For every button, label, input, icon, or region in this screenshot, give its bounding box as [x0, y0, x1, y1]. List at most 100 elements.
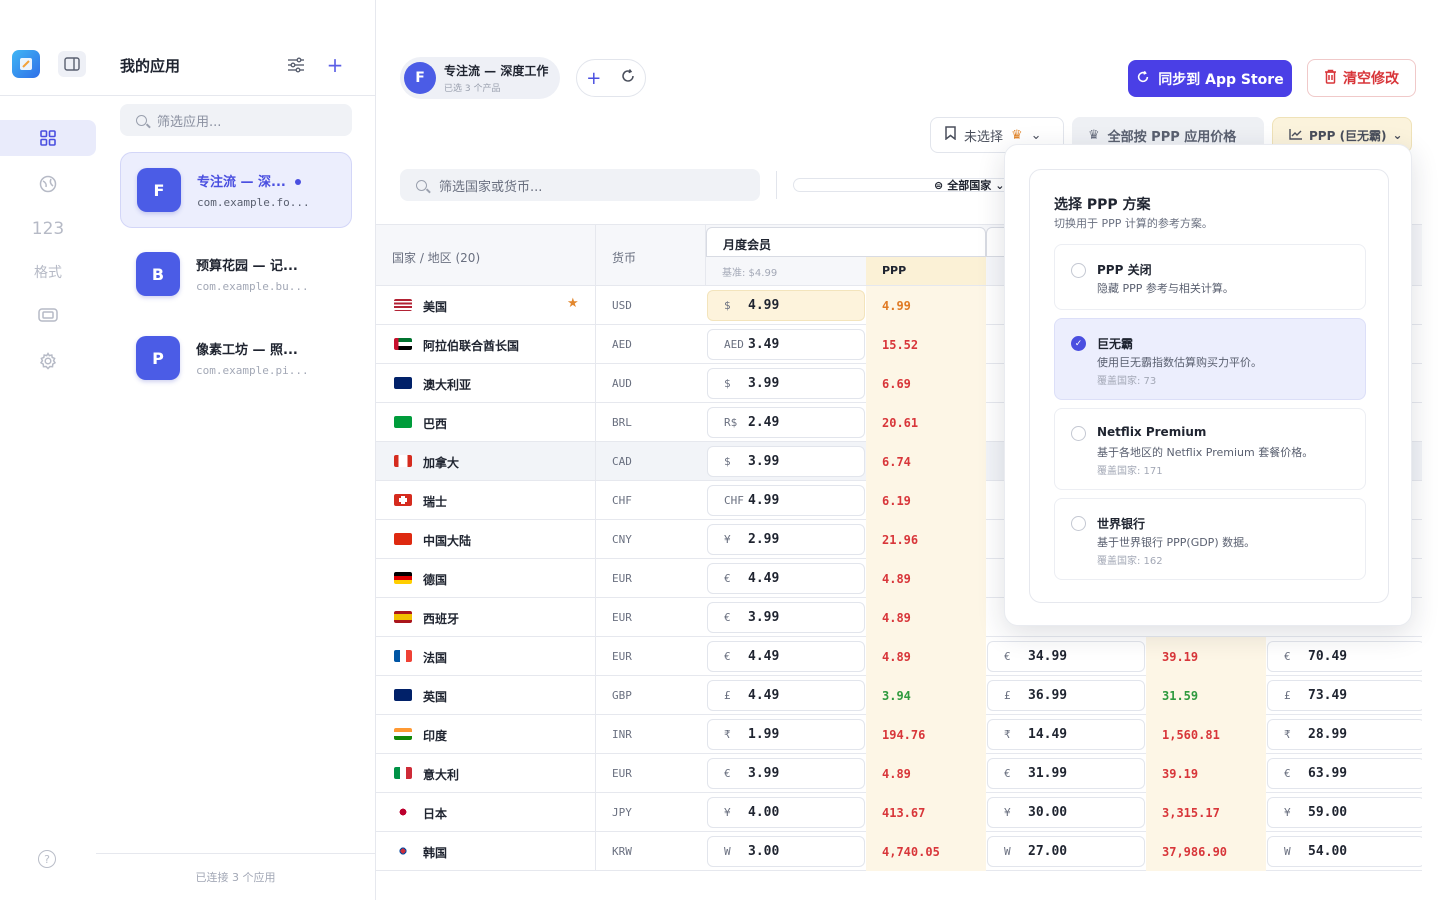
option-country-count: 覆盖国家: 162: [1097, 556, 1163, 567]
price-input[interactable]: €34.99: [987, 641, 1145, 672]
price-input[interactable]: $4.99: [707, 290, 865, 321]
currency-code: EUR: [612, 767, 632, 780]
price-input[interactable]: CHF 4.99: [707, 485, 865, 516]
country-name: 阿拉伯联合酋长国: [423, 339, 520, 353]
ppp-value: 3.94: [866, 676, 986, 715]
app-logo-icon: [12, 50, 40, 78]
price-value: 3.99: [748, 610, 780, 625]
app-search-input[interactable]: 筛选应用...: [120, 104, 352, 136]
clear-changes-button[interactable]: 清空修改: [1307, 59, 1416, 97]
radio-checked-icon[interactable]: ✓: [1071, 336, 1086, 351]
add-product-plus-icon[interactable]: +: [586, 68, 601, 89]
current-app-chip[interactable]: F 专注流 — 深度工作 已选 3 个产品: [400, 57, 560, 99]
country-filter-dropdown[interactable]: ⊜ 全部国家 ⌄: [934, 177, 1004, 193]
country-name: 德国: [423, 573, 448, 587]
price-input[interactable]: €4.49: [707, 641, 865, 672]
refresh-icon[interactable]: [620, 68, 636, 89]
price-input[interactable]: W 54.00: [1267, 836, 1422, 867]
apps-sidebar: 我的应用 + 筛选应用... F 专注流 — 深... com.example.…: [96, 0, 376, 900]
country-name: 巴西: [423, 417, 448, 431]
nav-ticket-icon[interactable]: [0, 297, 96, 333]
radio-button[interactable]: [1071, 426, 1086, 441]
flag-jp-icon: [394, 806, 412, 818]
price-value: 70.49: [1308, 649, 1348, 664]
currency-symbol: ₹: [1004, 728, 1011, 741]
currency-symbol: $: [724, 377, 731, 390]
price-input[interactable]: ¥4.00: [707, 797, 865, 828]
currency-symbol: €: [724, 767, 731, 780]
option-name: 世界银行: [1097, 517, 1146, 531]
ppp-value: 194.76: [866, 715, 986, 754]
table-row: 英国 GBP £4.49 3.94 £36.99 31.59 £73.49: [376, 676, 1422, 715]
nav-format[interactable]: 格式: [0, 254, 96, 290]
price-value: 63.99: [1308, 766, 1348, 781]
price-input[interactable]: ₹1.99: [707, 719, 865, 750]
price-input[interactable]: £4.49: [707, 680, 865, 711]
add-app-plus-icon[interactable]: +: [324, 53, 346, 77]
currency-symbol: W: [724, 845, 731, 858]
sync-to-app-store-button[interactable]: 同步到 App Store: [1128, 60, 1292, 97]
price-input[interactable]: AED 3.49: [707, 329, 865, 360]
price-input[interactable]: $3.99: [707, 368, 865, 399]
currency-code: CHF: [612, 494, 632, 507]
sidebar-footer-divider: [96, 853, 375, 854]
nav-apps-grid-icon[interactable]: [0, 120, 96, 156]
filter-sliders-icon[interactable]: [285, 54, 307, 76]
ppp-option-worldbank[interactable]: 世界银行 基于世界银行 PPP(GDP) 数据。 覆盖国家: 162: [1054, 498, 1366, 580]
price-input[interactable]: ¥59.00: [1267, 797, 1422, 828]
nav-numbers[interactable]: 123: [0, 211, 96, 247]
price-value: 30.00: [1028, 805, 1068, 820]
ppp-option-netflix[interactable]: Netflix Premium 基于各地区的 Netflix Premium 套…: [1054, 408, 1366, 490]
flag-de-icon: [394, 572, 412, 584]
help-icon[interactable]: ?: [38, 850, 56, 868]
price-input[interactable]: €70.49: [1267, 641, 1422, 672]
sidebar-toggle-icon[interactable]: [58, 51, 86, 77]
price-value: 36.99: [1028, 688, 1068, 703]
price-input[interactable]: ₹14.49: [987, 719, 1145, 750]
tier-header-next[interactable]: [986, 227, 1006, 257]
price-input[interactable]: £73.49: [1267, 680, 1422, 711]
price-value: 4.00: [748, 805, 780, 820]
ppp-value: 4.89: [866, 559, 986, 598]
price-input[interactable]: W 27.00: [987, 836, 1145, 867]
price-input[interactable]: $3.99: [707, 446, 865, 477]
tier-header-monthly[interactable]: 月度会员: [706, 227, 986, 257]
ppp-option-bigmac[interactable]: ✓ 巨无霸 使用巨无霸指数估算购买力平价。 覆盖国家: 73: [1054, 318, 1366, 400]
country-search-input[interactable]: 筛选国家或货币...: [400, 169, 760, 201]
app-list-item-pixel[interactable]: P 像素工坊 — 照... com.example.pi...: [120, 320, 352, 396]
app-list-item-focusflow[interactable]: F 专注流 — 深... com.example.fo...: [120, 152, 352, 228]
price-input[interactable]: R$ 2.49: [707, 407, 865, 438]
nav-settings-gear-icon[interactable]: [0, 343, 96, 379]
price-input[interactable]: W 3.00: [707, 836, 865, 867]
app-avatar: P: [136, 336, 180, 380]
col-currency-header[interactable]: 货币: [612, 249, 636, 266]
price-input[interactable]: ¥30.00: [987, 797, 1145, 828]
price-input[interactable]: ¥2.99: [707, 524, 865, 555]
app-name: 像素工坊 — 照...: [196, 343, 298, 358]
bookmark-icon: [945, 126, 956, 144]
col-country-header[interactable]: 国家 / 地区 (20): [392, 249, 480, 266]
currency-symbol: ₹: [724, 728, 731, 741]
price-value: 3.99: [748, 454, 780, 469]
currency-code: BRL: [612, 416, 632, 429]
base-country-star-icon[interactable]: ★: [567, 296, 579, 311]
flag-au-icon: [394, 377, 412, 389]
price-input[interactable]: €3.99: [707, 602, 865, 633]
price-input[interactable]: €63.99: [1267, 758, 1422, 789]
radio-button[interactable]: [1071, 263, 1086, 278]
price-input[interactable]: £36.99: [987, 680, 1145, 711]
price-input[interactable]: €31.99: [987, 758, 1145, 789]
price-input[interactable]: ₹28.99: [1267, 719, 1422, 750]
currency-code: AED: [612, 338, 632, 351]
col-divider: [595, 715, 596, 754]
ppp-option-off[interactable]: PPP 关闭 隐藏 PPP 参考与相关计算。: [1054, 244, 1366, 310]
price-value: 3.99: [748, 766, 780, 781]
radio-button[interactable]: [1071, 516, 1086, 531]
app-list-item-budget[interactable]: B 预算花园 — 记... com.example.bu...: [120, 236, 352, 312]
nav-globe-icon[interactable]: [0, 166, 96, 202]
country-name: 加拿大: [423, 456, 460, 470]
price-input[interactable]: €4.49: [707, 563, 865, 594]
ppp-value: 20.61: [866, 403, 986, 442]
currency-code: INR: [612, 728, 632, 741]
price-input[interactable]: €3.99: [707, 758, 865, 789]
